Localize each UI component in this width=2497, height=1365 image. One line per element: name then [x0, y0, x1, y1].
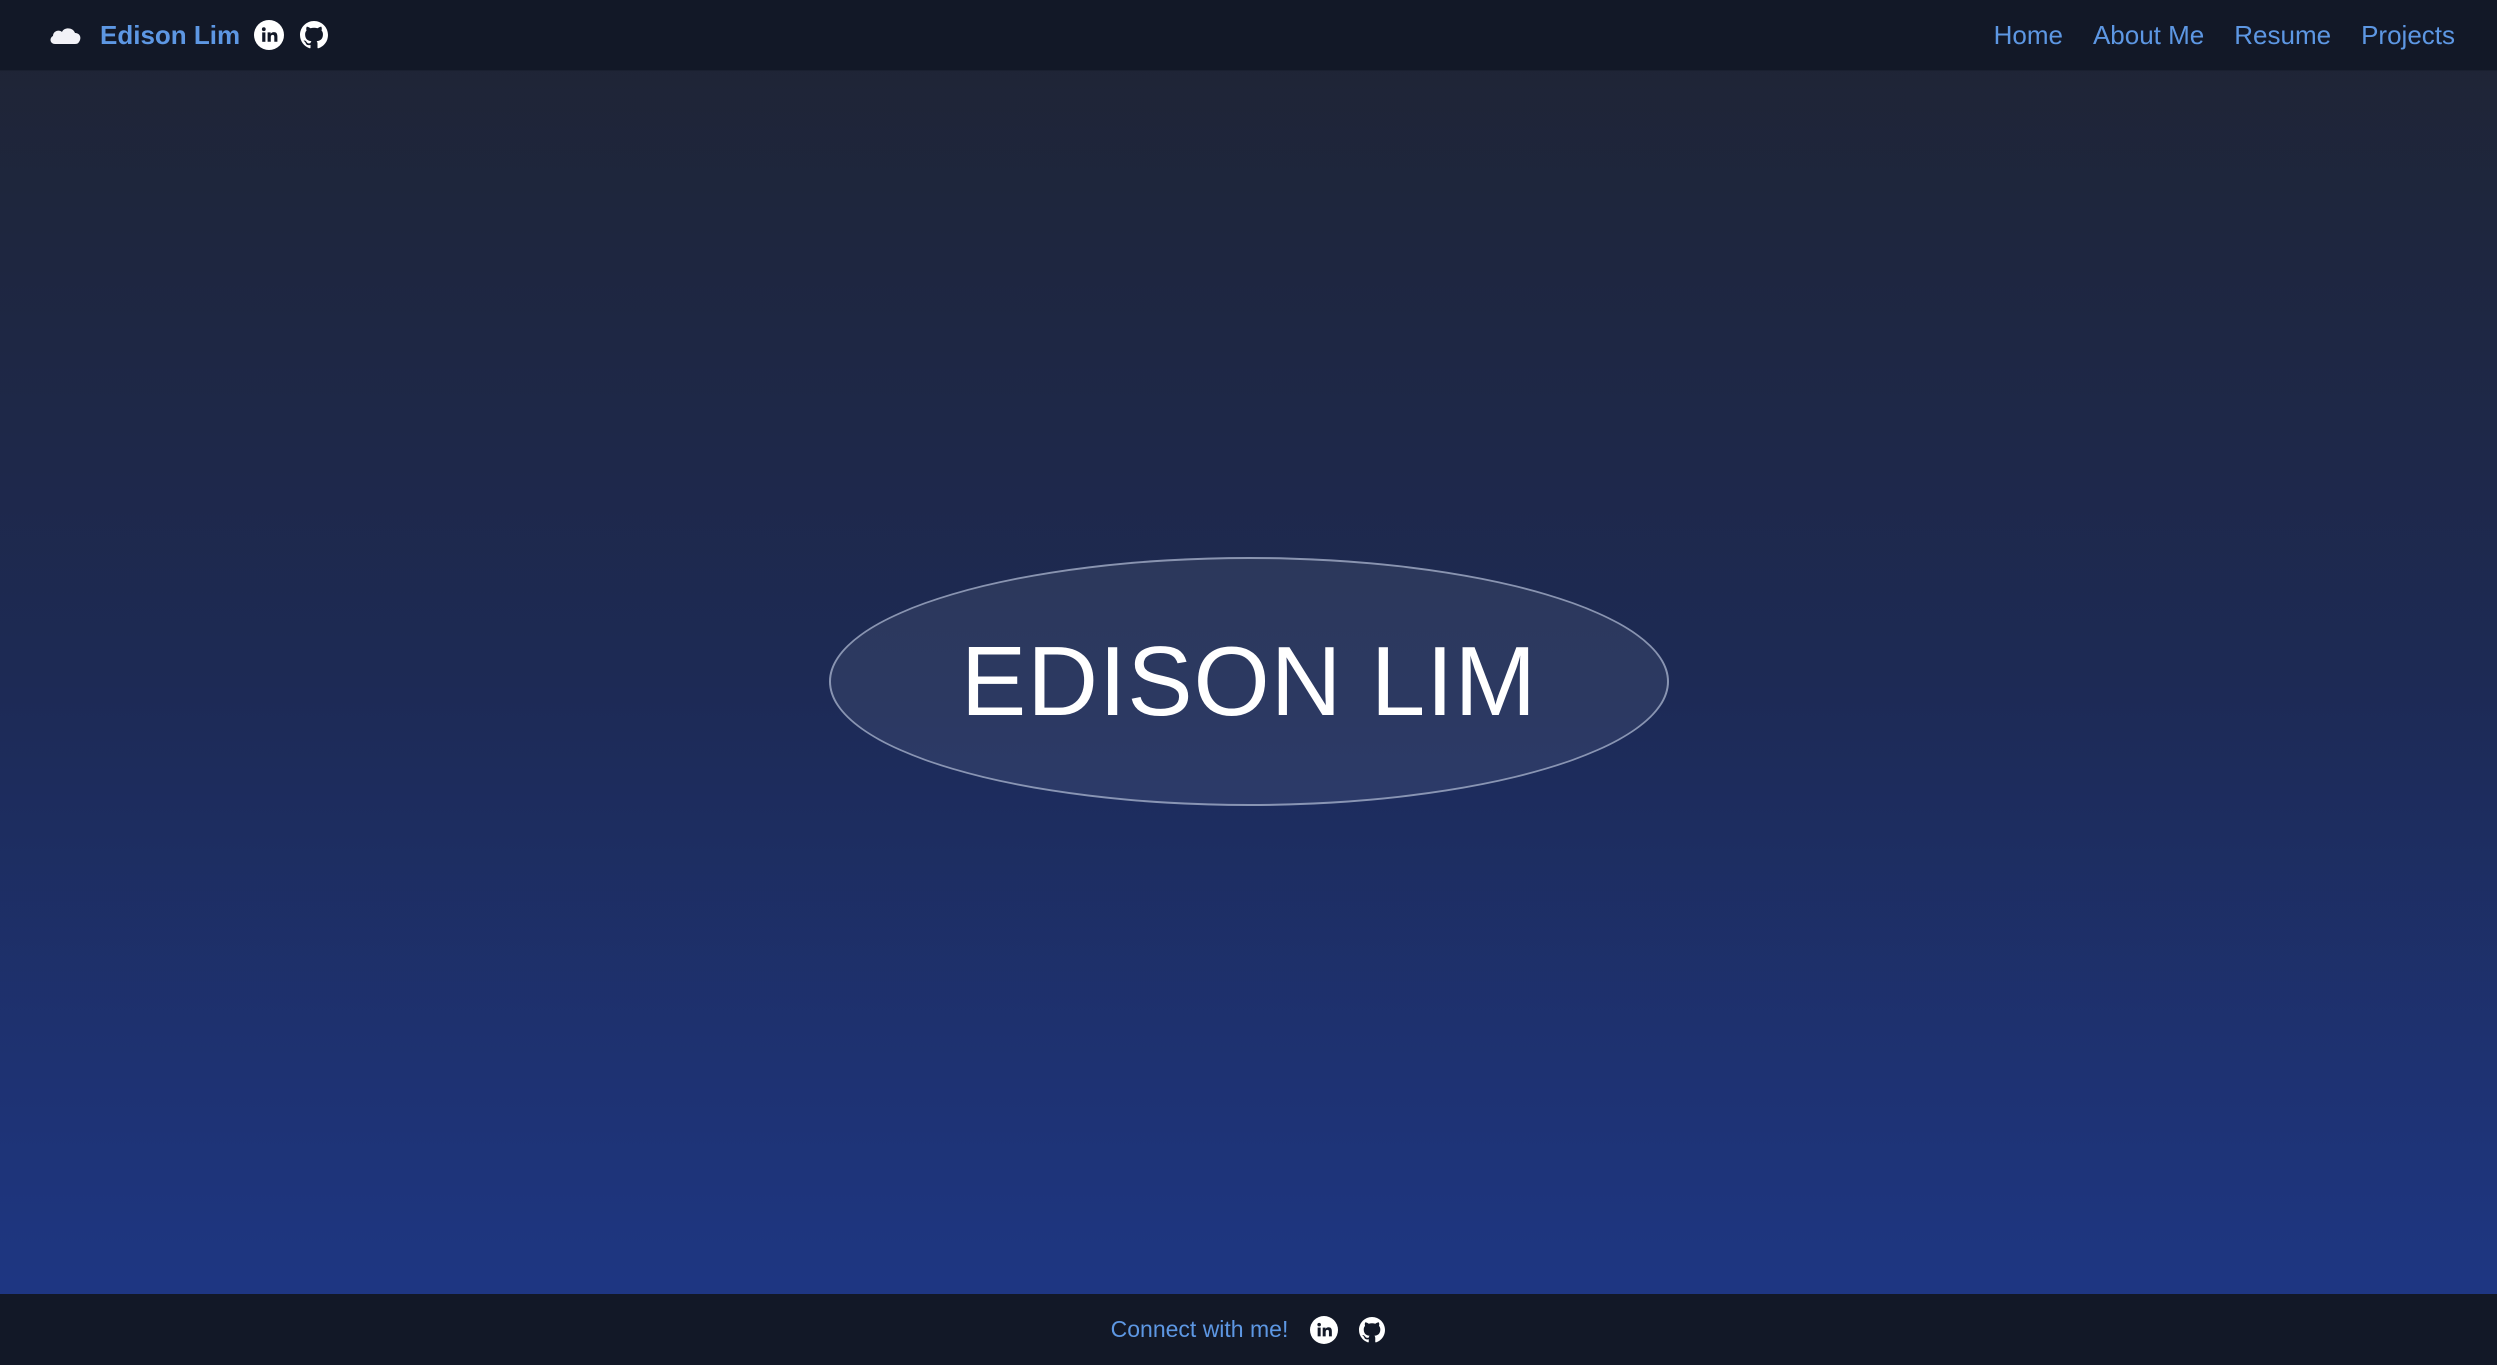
linkedin-icon[interactable] [254, 20, 285, 50]
header-social-links [254, 20, 329, 50]
nav-resume[interactable]: Resume [2234, 20, 2331, 51]
nav-about-me[interactable]: About Me [2093, 20, 2204, 51]
brand: Edison Lim [48, 20, 329, 51]
brand-name-link[interactable]: Edison Lim [100, 20, 240, 51]
main-nav: Home About Me Resume Projects [1994, 20, 2455, 51]
top-navbar: Edison Lim Home About Me Resume Projects [0, 0, 2497, 71]
nav-projects[interactable]: Projects [2361, 20, 2455, 51]
github-icon[interactable] [299, 20, 329, 50]
hero-title: EDISON LIM [960, 626, 1538, 736]
cloud-icon[interactable] [48, 25, 82, 45]
nav-home[interactable]: Home [1994, 20, 2063, 51]
footer-connect-text: Connect with me! [1110, 1316, 1289, 1342]
linkedin-icon[interactable] [1310, 1315, 1339, 1344]
github-icon[interactable] [1358, 1316, 1386, 1344]
hero-ellipse: EDISON LIM [829, 557, 1669, 806]
footer: Connect with me! [0, 1294, 2497, 1365]
